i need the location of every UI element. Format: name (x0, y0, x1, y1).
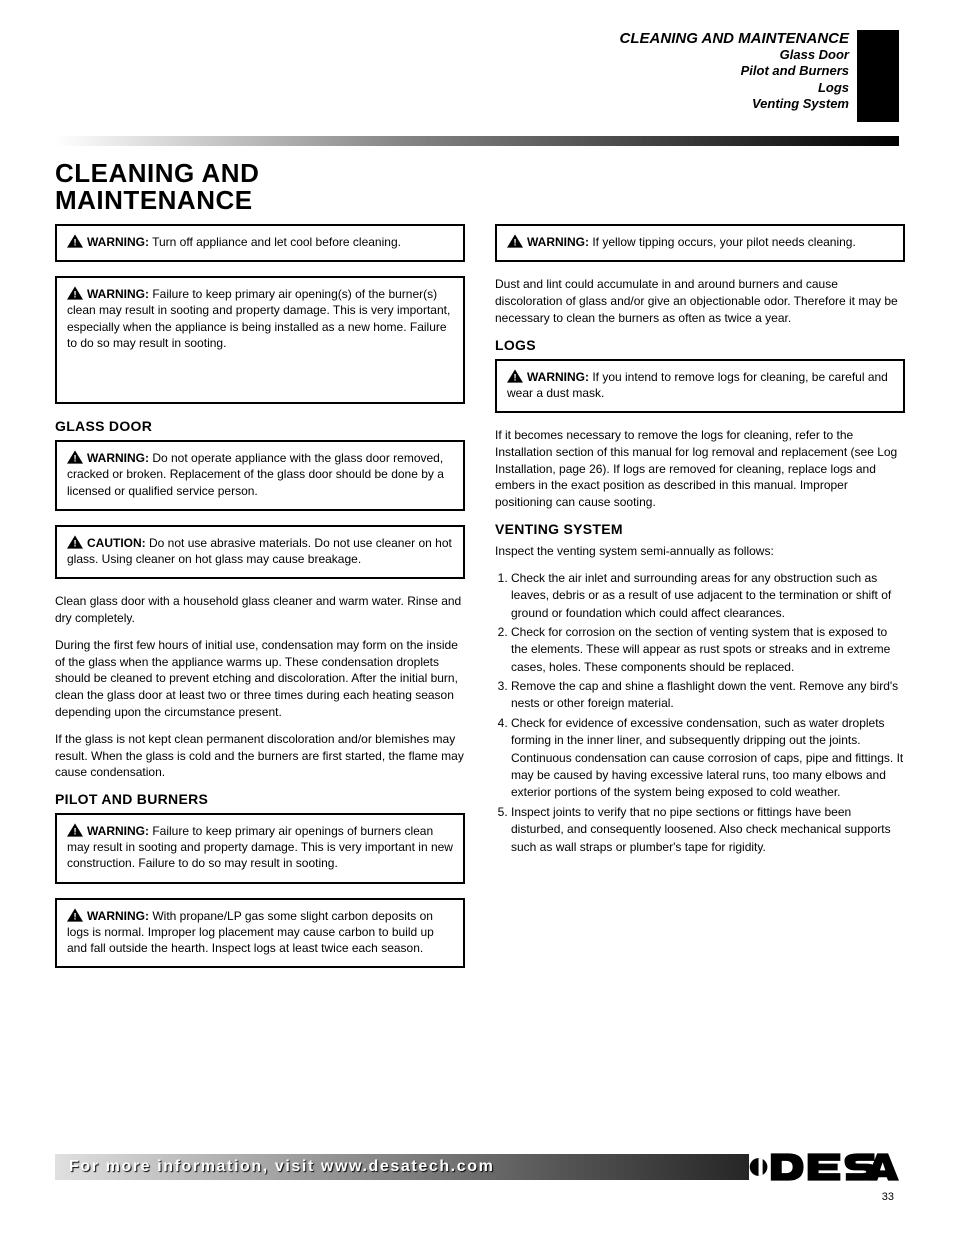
warn-label: WARNING: (87, 235, 149, 249)
list-item: Check for evidence of excessive condensa… (511, 715, 905, 802)
svg-text:!: ! (73, 454, 76, 464)
header-black-tab (857, 30, 899, 122)
svg-text:!: ! (73, 290, 76, 300)
warning-box: !WARNING: If you intend to remove logs f… (495, 359, 905, 413)
page-title: CLEANING AND MAINTENANCE (55, 160, 259, 215)
list-item: Check the air inlet and surrounding area… (511, 570, 905, 622)
list-item: Inspect joints to verify that no pipe se… (511, 804, 905, 856)
warn-label: CAUTION: (87, 536, 146, 550)
logs-paragraph: If it becomes necessary to remove the lo… (495, 427, 905, 511)
warn-text: Turn off appliance and let cool before c… (149, 235, 401, 249)
page-number: 33 (882, 1191, 894, 1203)
svg-text:!: ! (513, 238, 516, 248)
warning-box: !WARNING: Failure to keep primary air op… (55, 813, 465, 884)
warning-icon: ! (67, 823, 83, 837)
warning-icon: ! (507, 369, 523, 383)
warning-box: ! WARNING: If yellow tipping occurs, your… (495, 224, 905, 262)
header-title: CLEANING AND MAINTENANCE (620, 30, 849, 47)
right-paragraph-1: Dust and lint could accumulate in and ar… (495, 276, 905, 326)
warn-label: WARNING: (87, 824, 149, 838)
section-heading-pilot: PILOT AND BURNERS (55, 791, 465, 807)
warning-icon: ! (67, 908, 83, 922)
header-sub-4: Venting System (620, 96, 849, 112)
warning-box: !WARNING: With propane/LP gas some sligh… (55, 898, 465, 969)
venting-list: Check the air inlet and surrounding area… (495, 570, 905, 856)
svg-text:!: ! (513, 372, 516, 382)
warning-icon: ! (67, 450, 83, 464)
warning-icon: ! (67, 535, 83, 549)
header-block: CLEANING AND MAINTENANCE Glass Door Pilo… (620, 30, 849, 112)
glass-paragraph-3: If the glass is not kept clean permanent… (55, 731, 465, 781)
header-gradient-bar (55, 136, 899, 146)
warning-box: ! WARNING: Turn off appliance and let coo… (55, 224, 465, 262)
venting-intro: Inspect the venting system semi-annually… (495, 543, 905, 560)
section-heading-logs: LOGS (495, 337, 905, 353)
section-heading-glass: GLASS DOOR (55, 418, 465, 434)
warn-text: If yellow tipping occurs, your pilot nee… (589, 235, 856, 249)
caution-box: !CAUTION: Do not use abrasive materials.… (55, 525, 465, 579)
svg-text:!: ! (73, 538, 76, 548)
warning-box: !WARNING: Do not operate appliance with … (55, 440, 465, 511)
glass-paragraph-2: During the first few hours of initial us… (55, 637, 465, 721)
desa-logo (749, 1149, 899, 1185)
warn-label: WARNING: (87, 287, 149, 301)
warn-label: WARNING: (527, 235, 589, 249)
svg-text:!: ! (73, 238, 76, 248)
left-column: ! WARNING: Turn off appliance and let coo… (55, 224, 465, 982)
warning-icon: ! (67, 234, 83, 248)
page-title-line1: CLEANING AND (55, 158, 259, 188)
svg-text:!: ! (73, 911, 76, 921)
list-item: Remove the cap and shine a flashlight do… (511, 678, 905, 713)
footer-text: For more information, visit www.desatech… (55, 1158, 494, 1176)
warning-icon: ! (507, 234, 523, 248)
warn-label: WARNING: (527, 370, 589, 384)
warning-box: !WARNING: Failure to keep primary air op… (55, 276, 465, 404)
header-sub-2: Pilot and Burners (620, 63, 849, 79)
glass-paragraph-1: Clean glass door with a household glass … (55, 593, 465, 627)
header-sub-3: Logs (620, 80, 849, 96)
warning-icon: ! (67, 286, 83, 300)
page-title-line2: MAINTENANCE (55, 185, 253, 215)
list-item: Check for corrosion on the section of ve… (511, 624, 905, 676)
right-column: ! WARNING: If yellow tipping occurs, your… (495, 224, 905, 858)
svg-text:!: ! (73, 827, 76, 837)
section-heading-venting: VENTING SYSTEM (495, 521, 905, 537)
warn-label: WARNING: (87, 451, 149, 465)
warn-label: WARNING: (87, 909, 149, 923)
header-sub-1: Glass Door (620, 47, 849, 63)
